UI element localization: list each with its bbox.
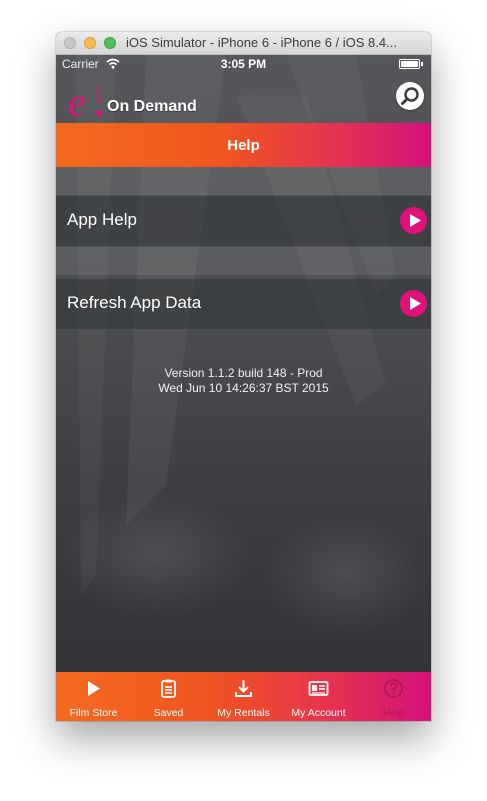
battery-icon	[399, 59, 423, 69]
page-header: Help	[56, 123, 431, 167]
search-icon	[401, 87, 419, 105]
tab-label: My Rentals	[217, 707, 270, 719]
svg-text:vision: vision	[96, 85, 103, 103]
app-screen: Carrier 3:05 PM e vision On Demand Help …	[56, 55, 431, 721]
tab-film-store[interactable]: Film Store	[56, 672, 131, 721]
clipboard-icon	[161, 679, 176, 698]
tab-bar: Film Store Saved My Rentals My Account H…	[56, 672, 431, 721]
logo-text: On Demand	[107, 98, 197, 115]
tab-saved[interactable]: Saved	[131, 672, 206, 721]
download-icon	[235, 680, 252, 697]
build-date-line: Wed Jun 10 14:26:37 BST 2015	[158, 381, 329, 395]
menu-item-app-help[interactable]: App Help	[56, 196, 431, 246]
nav-bar: e vision On Demand	[56, 73, 431, 123]
menu-item-refresh-app-data[interactable]: Refresh App Data	[56, 279, 431, 329]
play-arrow-icon	[400, 207, 427, 234]
window-titlebar: iOS Simulator - iPhone 6 - iPhone 6 / iO…	[56, 32, 431, 55]
minimize-window-button[interactable]	[84, 37, 96, 49]
id-card-icon	[308, 681, 329, 696]
section-divider	[56, 167, 431, 195]
tab-label: Help	[382, 707, 405, 719]
version-info: Version 1.1.2 build 148 - Prod Wed Jun 1…	[56, 366, 431, 396]
tab-my-rentals[interactable]: My Rentals	[206, 672, 281, 721]
page-title: Help	[227, 137, 260, 154]
maximize-window-button[interactable]	[104, 37, 116, 49]
tab-label: Film Store	[69, 707, 118, 719]
tab-help[interactable]: Help	[356, 672, 431, 721]
section-divider	[56, 247, 431, 275]
simulator-window: iOS Simulator - iPhone 6 - iPhone 6 / iO…	[56, 32, 431, 721]
tab-my-account[interactable]: My Account	[281, 672, 356, 721]
close-window-button[interactable]	[64, 37, 76, 49]
play-arrow-icon	[400, 290, 427, 317]
svg-text:e: e	[68, 79, 86, 121]
menu-item-label: App Help	[67, 210, 137, 229]
tab-label: My Account	[291, 707, 346, 719]
menu-item-label: Refresh App Data	[67, 293, 202, 312]
play-icon	[88, 681, 100, 696]
version-line: Version 1.1.2 build 148 - Prod	[164, 366, 323, 380]
status-time: 3:05 PM	[220, 57, 267, 71]
window-title: iOS Simulator - iPhone 6 - iPhone 6 / iO…	[126, 35, 397, 50]
status-bar: Carrier 3:05 PM	[56, 55, 431, 73]
tab-label: Saved	[153, 707, 184, 719]
question-icon	[384, 679, 403, 698]
search-button[interactable]	[396, 82, 424, 110]
